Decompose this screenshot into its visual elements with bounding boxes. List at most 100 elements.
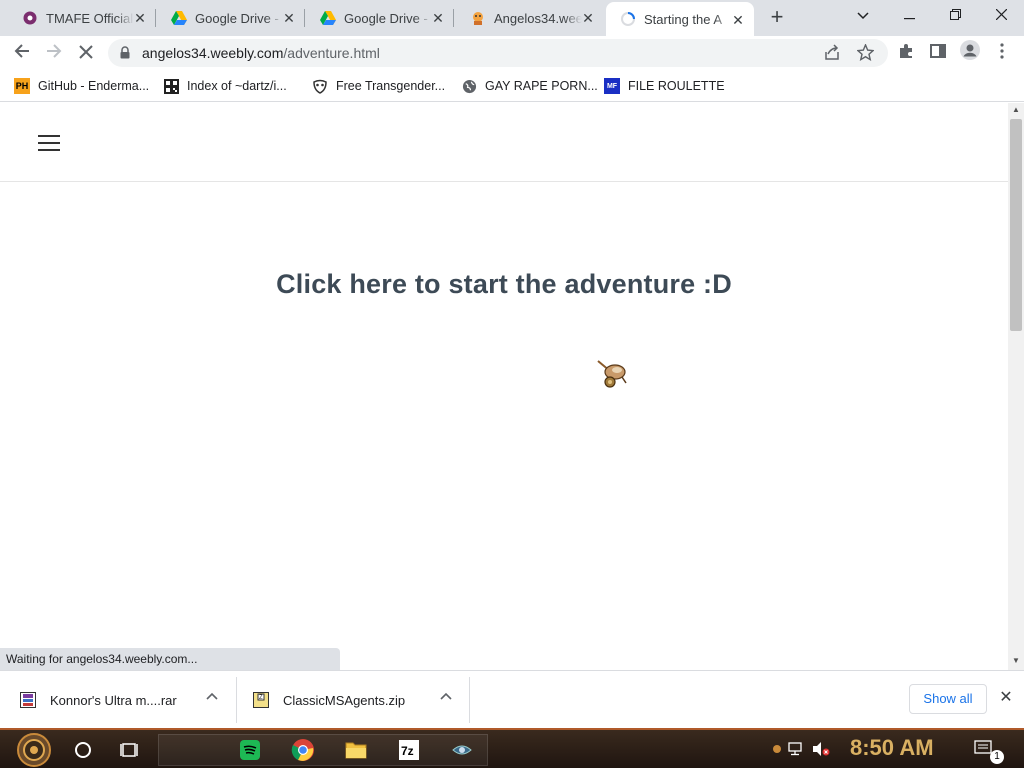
page-scrollbar[interactable]: ▲ ▼ xyxy=(1008,103,1024,670)
bookmark-free-transgender[interactable]: Free Transgender... xyxy=(312,77,445,95)
tab-angelos34[interactable]: Angelos34.weebly ✕ xyxy=(456,0,604,36)
url-path: /adventure.html xyxy=(283,45,380,61)
page-viewport: Click here to start the adventure :D xyxy=(0,103,1008,670)
close-download-shelf-icon[interactable]: ✕ xyxy=(996,688,1016,708)
notification-count-badge: 1 xyxy=(990,750,1004,764)
tab-separator xyxy=(155,9,156,27)
google-drive-icon xyxy=(171,10,187,26)
mf-icon: MF xyxy=(604,78,620,94)
close-window-icon[interactable] xyxy=(978,0,1024,32)
tab-close-icon[interactable]: ✕ xyxy=(430,10,446,26)
bookmark-star-icon[interactable] xyxy=(856,43,875,66)
file-explorer-icon[interactable] xyxy=(340,734,372,766)
bookmarks-bar: PH GitHub - Enderma... Index of ~dartz/i… xyxy=(0,70,1024,102)
tab-tmafe[interactable]: TMAFE Official ✕ xyxy=(8,0,156,36)
bookmark-file-roulette[interactable]: MF FILE ROULETTE xyxy=(604,77,725,95)
minimize-icon[interactable] xyxy=(886,0,932,32)
windows-taskbar: 7z 8:50 AM 1 xyxy=(0,728,1024,768)
download-filename: ClassicMSAgents.zip xyxy=(283,692,406,708)
tab-close-icon[interactable]: ✕ xyxy=(281,10,297,26)
tab-search-chevron-icon[interactable] xyxy=(840,0,886,32)
restore-icon[interactable] xyxy=(932,0,978,32)
globe-icon xyxy=(461,78,477,94)
back-arrow-icon[interactable] xyxy=(8,40,36,66)
download-separator xyxy=(469,677,470,723)
tab-close-icon[interactable]: ✕ xyxy=(132,10,148,26)
extensions-puzzle-icon[interactable] xyxy=(892,40,920,66)
site-header xyxy=(0,103,1008,182)
tab-google-drive-2[interactable]: Google Drive - ✕ xyxy=(306,0,454,36)
download-filename: Konnor's Ultra m....rar xyxy=(50,692,177,708)
ph-icon: PH xyxy=(14,78,30,94)
status-bubble: Waiting for angelos34.weebly.com... xyxy=(0,648,340,670)
start-button-icon[interactable] xyxy=(16,732,52,768)
rar-archive-icon xyxy=(20,692,36,708)
download-item-rar[interactable]: Konnor's Ultra m....rar xyxy=(20,677,200,723)
download-options-chevron-icon[interactable] xyxy=(204,688,220,704)
airship-icon[interactable] xyxy=(596,359,630,391)
taskbar-app-area xyxy=(158,734,488,766)
download-separator xyxy=(236,677,237,723)
url-text: angelos34.weebly.com/adventure.html xyxy=(142,45,380,61)
game-app-icon[interactable] xyxy=(446,734,478,766)
bookmark-index-dartz[interactable]: Index of ~dartz/i... xyxy=(163,77,287,95)
qr-icon xyxy=(163,78,179,94)
tab-close-icon[interactable]: ✕ xyxy=(580,10,596,26)
purple-circle-icon xyxy=(22,10,38,26)
tab-separator xyxy=(304,9,305,27)
tab-separator xyxy=(453,9,454,27)
tab-close-icon[interactable]: ✕ xyxy=(730,12,746,28)
forward-arrow-icon[interactable] xyxy=(40,40,68,66)
cortana-search-icon[interactable] xyxy=(67,734,99,766)
start-adventure-link[interactable]: Click here to start the adventure :D xyxy=(0,269,1008,300)
profile-avatar-icon[interactable] xyxy=(956,40,984,66)
download-shelf: Konnor's Ultra m....rar Z ClassicMSAgent… xyxy=(0,670,1024,728)
taskbar-clock[interactable]: 8:50 AM xyxy=(850,735,934,761)
character-icon xyxy=(470,10,486,26)
bookmark-label: Free Transgender... xyxy=(336,79,446,93)
tab-title: Google Drive - xyxy=(195,10,279,26)
tab-title: Angelos34.weebly xyxy=(494,10,582,26)
stop-loading-icon[interactable] xyxy=(72,40,100,66)
task-view-icon[interactable] xyxy=(114,734,146,766)
scrollbar-thumb[interactable] xyxy=(1010,119,1022,331)
download-item-zip[interactable]: Z ClassicMSAgents.zip xyxy=(253,677,433,723)
bookmark-label: GitHub - Enderma... xyxy=(38,79,150,93)
tab-title: TMAFE Official xyxy=(46,10,134,26)
show-all-downloads-button[interactable]: Show all xyxy=(909,684,987,714)
browser-toolbar: angelos34.weebly.com/adventure.html xyxy=(0,36,1024,70)
menu-dots-icon[interactable] xyxy=(988,40,1016,66)
tab-title: Starting the A xyxy=(644,11,723,27)
bookmark-label: FILE ROULETTE xyxy=(628,79,725,93)
tab-starting-adventure[interactable]: Starting the A ✕ xyxy=(606,2,754,36)
download-options-chevron-icon[interactable] xyxy=(438,688,454,704)
bookmark-label: Index of ~dartz/i... xyxy=(187,79,287,93)
chrome-app-icon[interactable] xyxy=(287,734,319,766)
share-icon[interactable] xyxy=(823,44,841,67)
spotify-app-icon[interactable] xyxy=(234,734,266,766)
svg-text:7z: 7z xyxy=(401,744,414,758)
lock-icon[interactable] xyxy=(120,46,130,64)
7zip-app-icon[interactable]: 7z xyxy=(393,734,425,766)
tray-overflow-icon[interactable] xyxy=(768,740,786,758)
scroll-down-arrow-icon[interactable]: ▼ xyxy=(1008,654,1024,668)
address-bar[interactable]: angelos34.weebly.com/adventure.html xyxy=(108,39,888,67)
tab-google-drive-1[interactable]: Google Drive - ✕ xyxy=(157,0,305,36)
network-icon[interactable] xyxy=(788,740,806,758)
hamburger-menu-icon[interactable] xyxy=(38,135,62,153)
volume-muted-icon[interactable] xyxy=(812,740,830,758)
side-panel-icon[interactable] xyxy=(924,40,952,66)
bookmark-github[interactable]: PH GitHub - Enderma... xyxy=(14,77,149,95)
bookmark-gay[interactable]: GAY RAPE PORN... xyxy=(461,77,598,95)
svg-text:Z: Z xyxy=(259,695,263,701)
url-domain: angelos34.weebly.com xyxy=(142,45,284,61)
loading-spinner-icon xyxy=(620,11,636,27)
new-tab-plus-icon[interactable]: + xyxy=(764,6,790,30)
tab-title: Google Drive - xyxy=(344,10,428,26)
google-drive-icon xyxy=(320,10,336,26)
tab-strip: TMAFE Official ✕ Google Drive - ✕ Google… xyxy=(0,0,1024,36)
scroll-up-arrow-icon[interactable]: ▲ xyxy=(1008,103,1024,117)
bookmark-label: GAY RAPE PORN... xyxy=(485,79,598,93)
mask-icon xyxy=(312,78,328,94)
zip-archive-icon: Z xyxy=(253,692,269,708)
